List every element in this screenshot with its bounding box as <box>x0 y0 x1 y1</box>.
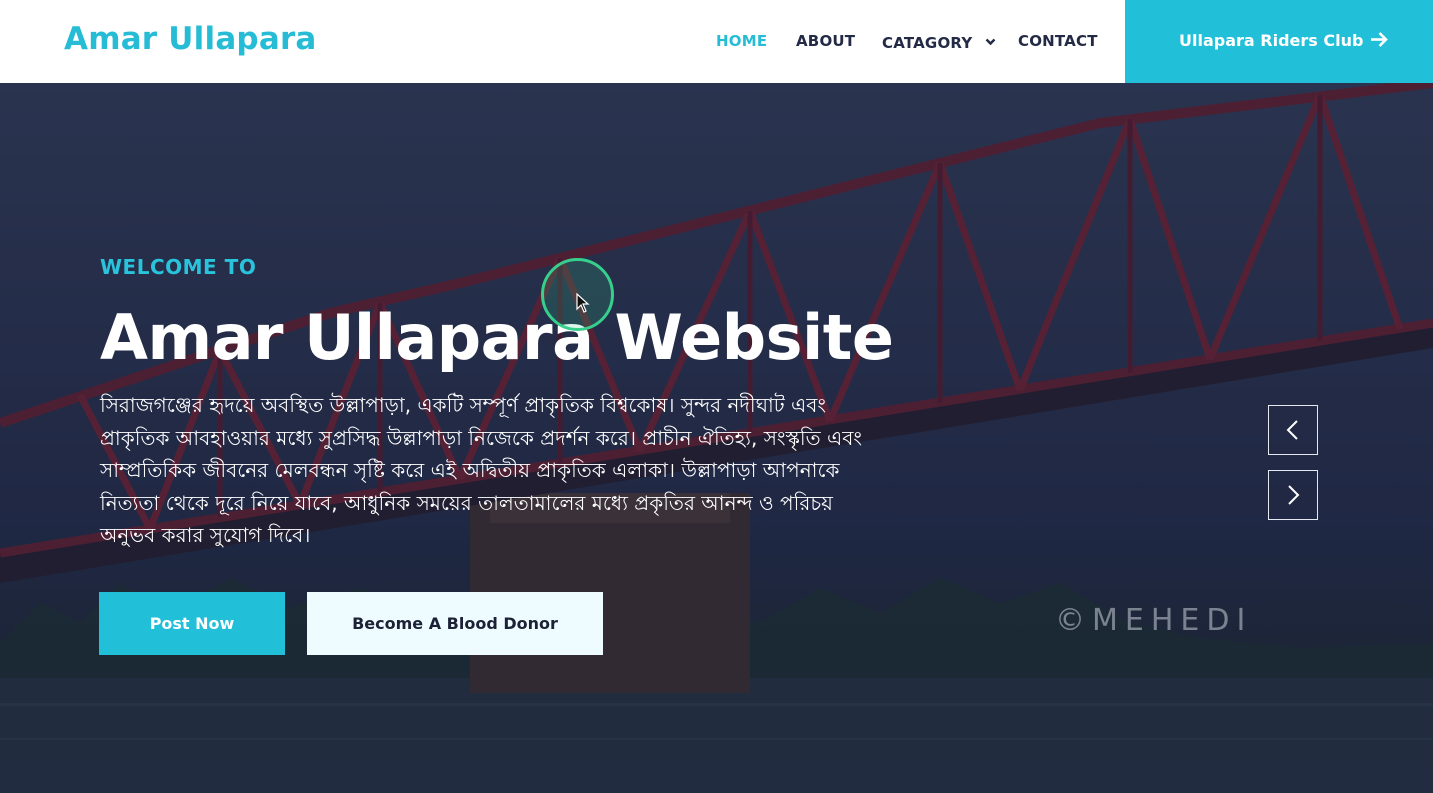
nav-about-label: ABOUT <box>796 32 856 50</box>
chevron-down-icon <box>985 32 996 50</box>
slider-prev-button[interactable] <box>1268 405 1318 455</box>
nav-contact[interactable]: CONTACT <box>1018 32 1098 50</box>
hero-section: WELCOME TO Amar Ullapara Website সিরাজগঞ… <box>0 83 1433 793</box>
slider-next-button[interactable] <box>1268 470 1318 520</box>
photo-watermark: ©MEHEDI <box>1055 603 1253 638</box>
nav-home-label: HOME <box>716 32 768 50</box>
blood-donor-button[interactable]: Become A Blood Donor <box>307 592 603 655</box>
nav-category-label: CATAGORY <box>882 34 973 52</box>
chevron-left-icon <box>1286 420 1298 440</box>
nav-home[interactable]: HOME <box>716 32 767 50</box>
hero-description: সিরাজগঞ্জের হৃদয়ে অবস্থিত উল্লাপাড়া, এ… <box>100 393 862 547</box>
arrow-right-icon <box>1370 31 1388 52</box>
post-now-button[interactable]: Post Now <box>99 592 285 655</box>
nav-contact-label: CONTACT <box>1018 32 1098 50</box>
chevron-right-icon <box>1288 485 1300 505</box>
riders-club-label: Ullapara Riders Club <box>1179 31 1364 50</box>
site-header: Amar Ullapara HOME ABOUT CATAGORY CONTAC… <box>0 0 1433 83</box>
riders-club-button[interactable]: Ullapara Riders Club <box>1125 0 1433 83</box>
nav-category-dropdown[interactable]: CATAGORY <box>882 32 996 52</box>
hero-eyebrow: WELCOME TO <box>100 255 257 279</box>
nav-about[interactable]: ABOUT <box>796 32 855 50</box>
hero-title: Amar Ullapara Website <box>100 301 894 374</box>
site-logo[interactable]: Amar Ullapara <box>64 21 317 57</box>
mouse-pointer-icon <box>576 293 590 313</box>
